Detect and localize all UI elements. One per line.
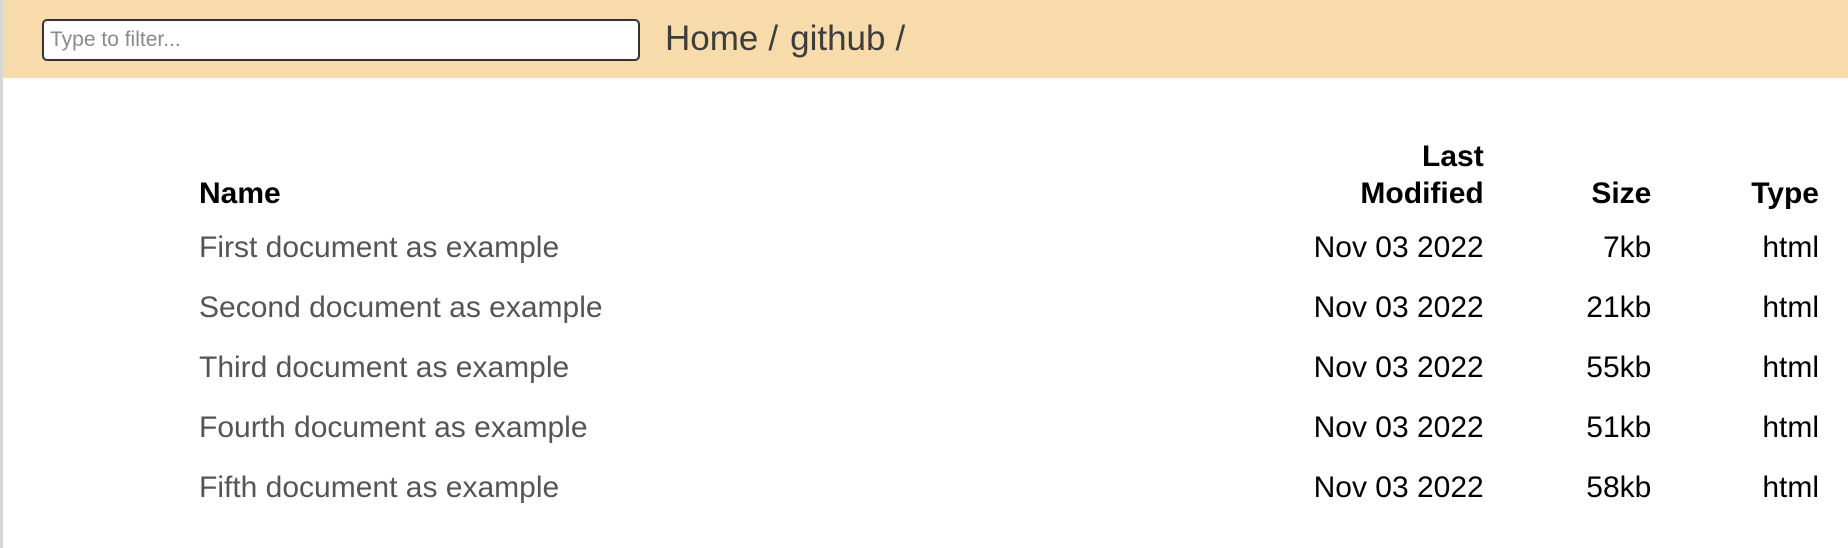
file-link[interactable]: Second document as example: [199, 291, 603, 324]
size-cell: 21kb: [1586, 291, 1652, 324]
file-link[interactable]: Fifth document as example: [199, 471, 559, 504]
last-modified-cell: Nov 03 2022: [1313, 291, 1484, 324]
table-row: Fifth document as example Nov 03 2022 58…: [199, 458, 1819, 518]
column-header-last-modified-line1: Last: [1422, 140, 1484, 173]
table-row: Second document as example Nov 03 2022 2…: [199, 278, 1819, 338]
breadcrumb-github-link[interactable]: github: [790, 19, 885, 59]
size-cell: 55kb: [1586, 351, 1652, 384]
column-header-size[interactable]: Size: [1484, 128, 1651, 218]
breadcrumb: Home / github /: [665, 0, 917, 78]
type-cell: html: [1762, 411, 1819, 444]
file-name-cell: Fifth document as example: [199, 458, 1203, 518]
file-link[interactable]: Third document as example: [199, 351, 569, 384]
last-modified-cell: Nov 03 2022: [1313, 471, 1484, 504]
type-cell: html: [1762, 351, 1819, 384]
file-link[interactable]: Fourth document as example: [199, 411, 588, 444]
last-modified-cell: Nov 03 2022: [1313, 411, 1484, 444]
file-name-cell: Fourth document as example: [199, 398, 1203, 458]
last-modified-cell: Nov 03 2022: [1313, 231, 1484, 264]
table-row: Fourth document as example Nov 03 2022 5…: [199, 398, 1819, 458]
file-name-cell: Second document as example: [199, 278, 1203, 338]
header-row: Name Last Modified Size Type: [199, 128, 1819, 218]
type-cell: html: [1762, 471, 1819, 504]
breadcrumb-separator: /: [895, 19, 906, 58]
column-header-name[interactable]: Name: [199, 128, 1203, 218]
file-name-cell: Third document as example: [199, 338, 1203, 398]
file-link[interactable]: First document as example: [199, 231, 559, 264]
table-row: Third document as example Nov 03 2022 55…: [199, 338, 1819, 398]
file-listing-table: Name Last Modified Size Type First docum…: [199, 128, 1819, 518]
column-header-last-modified[interactable]: Last Modified: [1203, 128, 1484, 218]
breadcrumb-home-link[interactable]: Home: [665, 19, 758, 59]
size-cell: 51kb: [1586, 411, 1652, 444]
type-cell: html: [1762, 291, 1819, 324]
column-header-last-modified-line2: Modified: [1360, 177, 1484, 210]
table-header: Name Last Modified Size Type: [199, 128, 1819, 218]
header-bar: Home / github /: [3, 0, 1848, 78]
table-body: First document as example Nov 03 2022 7k…: [199, 218, 1819, 518]
size-cell: 58kb: [1586, 471, 1652, 504]
last-modified-cell: Nov 03 2022: [1313, 351, 1484, 384]
file-name-cell: First document as example: [199, 218, 1203, 278]
table-row: First document as example Nov 03 2022 7k…: [199, 218, 1819, 278]
filter-input[interactable]: [42, 19, 640, 61]
breadcrumb-separator: /: [768, 19, 779, 58]
type-cell: html: [1762, 231, 1819, 264]
page: Home / github / Name Last Modified Size …: [0, 0, 1848, 548]
size-cell: 7kb: [1602, 231, 1652, 264]
column-header-type[interactable]: Type: [1651, 128, 1819, 218]
